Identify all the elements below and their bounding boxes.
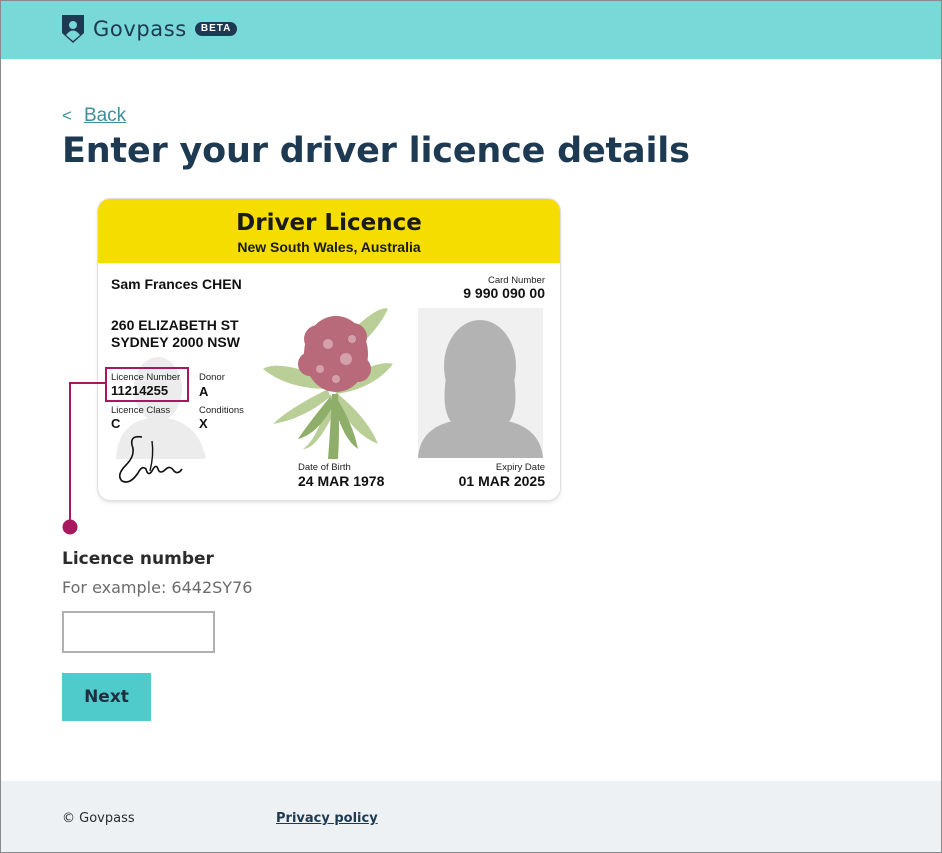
conditions-value: X — [199, 416, 208, 431]
dob-value: 24 MAR 1978 — [298, 473, 385, 489]
licence-holder-name: Sam Frances CHEN — [111, 276, 242, 292]
licence-number-field-label: Licence number — [62, 549, 214, 569]
expiry-value: 01 MAR 2025 — [458, 473, 545, 489]
back-link-label: Back — [83, 105, 127, 126]
brand-name: Govpass — [93, 17, 187, 41]
beta-badge: BETA — [194, 22, 238, 36]
connector-line — [62, 382, 107, 535]
expiry-label: Expiry Date — [495, 462, 545, 473]
licence-number-hint: For example: 6442SY76 — [62, 578, 253, 597]
donor-value: A — [199, 384, 209, 399]
licence-address-line1: 260 ELIZABETH ST — [111, 317, 239, 333]
licence-card-subtitle: New South Wales, Australia — [237, 239, 421, 255]
signature-icon — [118, 435, 183, 483]
conditions-label: Conditions — [199, 405, 244, 416]
licence-number-input[interactable] — [62, 611, 215, 653]
licence-address-line2: SYDNEY 2000 NSW — [111, 334, 240, 350]
card-number-value: 9 990 090 00 — [463, 285, 545, 301]
licence-number-highlight — [105, 367, 189, 402]
licence-photo — [418, 308, 543, 458]
site-header: Govpass BETA — [1, 1, 941, 59]
page-title: Enter your driver licence details — [62, 131, 690, 171]
shield-user-icon — [62, 15, 84, 43]
chevron-left-icon: < — [62, 106, 72, 125]
page-frame: Govpass BETA < Back Enter your driver li… — [0, 0, 942, 853]
site-footer: © Govpass Privacy policy — [1, 781, 941, 852]
copyright-text: © Govpass — [62, 811, 135, 826]
back-link[interactable]: < Back — [62, 105, 126, 127]
brand-home-link[interactable]: Govpass BETA — [62, 15, 238, 43]
waratah-flower-icon — [263, 308, 393, 459]
licence-card-title: Driver Licence — [236, 210, 422, 236]
next-button[interactable]: Next — [62, 673, 151, 721]
donor-label: Donor — [199, 372, 225, 383]
licence-card-illustration: Driver Licence New South Wales, Australi… — [98, 199, 560, 500]
connector-dot-icon — [62, 519, 78, 535]
ghost-portrait-icon — [418, 320, 543, 458]
dob-label: Date of Birth — [298, 462, 351, 473]
privacy-policy-link[interactable]: Privacy policy — [276, 811, 378, 826]
licence-card-header: Driver Licence New South Wales, Australi… — [98, 199, 560, 263]
licence-class-label: Licence Class — [111, 405, 171, 416]
